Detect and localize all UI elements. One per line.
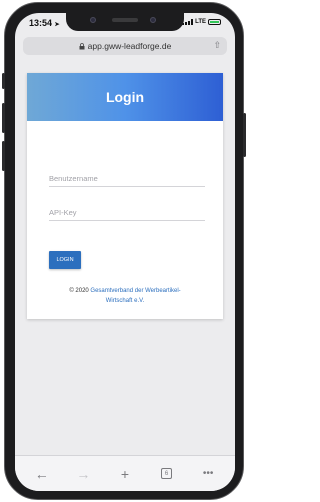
status-indicators: LTE [182,19,221,25]
back-icon[interactable]: ← [30,466,54,482]
apikey-placeholder: API-Key [49,208,77,217]
speaker-grille [112,18,138,22]
time-text: 13:54 [29,18,53,28]
screen: 13:54 ➤ LTE app.gww-leadforge.de ⇧ Login… [15,13,235,491]
status-time: 13:54 ➤ [29,18,60,28]
copyright-notice: © 2020 Gesamtverband der Werbeartikel- W… [37,286,213,306]
carrier-label: LTE [195,19,206,25]
url-display[interactable]: app.gww-leadforge.de [79,41,172,51]
mute-switch [2,73,5,89]
login-title: Login [105,89,145,105]
username-placeholder: Benutzername [49,174,98,183]
notch [66,13,184,31]
login-card: Login Benutzername API-Key LOGIN © 2020 … [27,73,223,319]
apikey-field[interactable]: API-Key [49,203,205,221]
volume-up-button [2,103,5,133]
forward-icon[interactable]: → [71,466,95,482]
new-tab-icon[interactable]: + [113,466,137,482]
battery-icon [208,19,221,25]
username-field[interactable]: Benutzername [49,169,205,187]
share-icon[interactable]: ⇧ [213,40,221,51]
camera-icon [150,17,156,23]
copyright-prefix: © 2020 [69,288,91,294]
power-button [243,113,246,157]
sensor-icon [90,17,96,23]
association-link-line2[interactable]: Wirtschaft e.V. [106,298,144,304]
login-header: Login [27,73,223,121]
browser-toolbar: ← → + 6 ••• [15,455,235,491]
lock-icon [79,42,85,49]
more-icon[interactable]: ••• [196,468,220,479]
tabs-button[interactable]: 6 [155,468,179,479]
login-button[interactable]: LOGIN [49,251,81,269]
phone-frame: 13:54 ➤ LTE app.gww-leadforge.de ⇧ Login… [2,2,246,500]
volume-down-button [2,141,5,171]
url-text: app.gww-leadforge.de [87,41,172,51]
tabs-icon: 6 [161,468,173,479]
address-bar[interactable]: app.gww-leadforge.de ⇧ [23,37,227,55]
location-arrow-icon: ➤ [54,22,60,28]
association-link-line1[interactable]: Gesamtverband der Werbeartikel- [90,288,180,294]
